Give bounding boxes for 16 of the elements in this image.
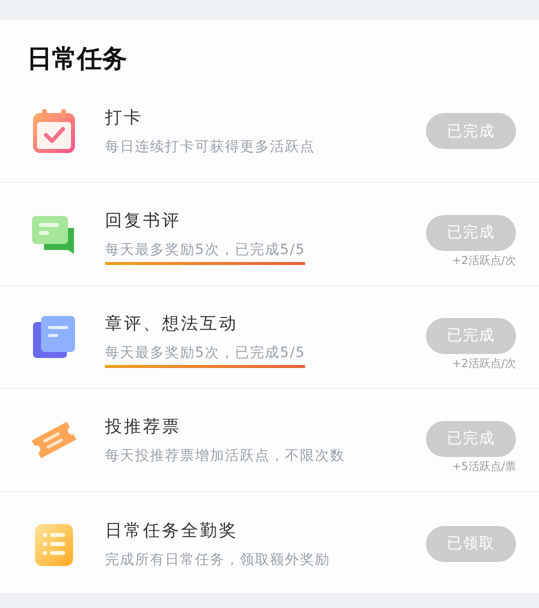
task-description: 每天最多奖励5次，已完成5/5 — [105, 344, 306, 368]
task-name: 回复书评 — [105, 210, 181, 232]
task-description: 每天最多奖励5次，已完成5/5 — [105, 241, 306, 265]
reward-text: +5活跃点/票 — [452, 458, 516, 474]
task-name: 投推荐票 — [105, 416, 181, 438]
task-name: 章评、想法互动 — [105, 313, 238, 335]
page-title: 日常任务 — [26, 43, 128, 75]
task-name: 打卡 — [105, 107, 143, 129]
task-name: 日常任务全勤奖 — [105, 520, 238, 542]
documents-icon — [30, 313, 78, 361]
reward-text: +2活跃点/次 — [452, 252, 516, 268]
task-description: 完成所有日常任务，领取额外奖励 — [105, 550, 330, 570]
task-description: 每天投推荐票增加活跃点，不限次数 — [105, 447, 345, 466]
reward-text: +2活跃点/次 — [452, 356, 516, 370]
calendar-icon — [30, 107, 78, 155]
task-description: 每日连续打卡可获得更多活跃点 — [105, 138, 315, 157]
